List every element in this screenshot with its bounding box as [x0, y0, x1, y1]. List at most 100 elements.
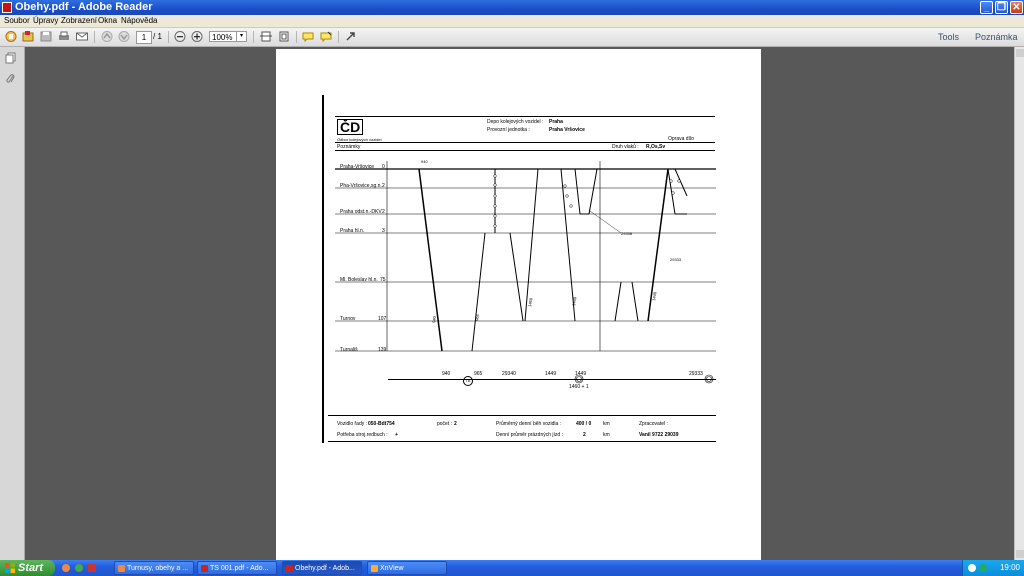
- menu-napoveda[interactable]: Nápověda: [121, 16, 157, 25]
- zoom-value: 100%: [212, 33, 233, 42]
- menu-bar: Soubor Úpravy Zobrazení Okna Nápověda: [0, 15, 1024, 28]
- task-xnview[interactable]: XnView: [367, 561, 447, 575]
- vertical-scrollbar[interactable]: [1014, 47, 1024, 560]
- clock: 19:00: [999, 563, 1020, 572]
- zoom-in-icon[interactable]: [190, 30, 204, 43]
- menu-upravy[interactable]: Úpravy: [33, 16, 58, 25]
- train-number-labels: 940 940 965 1460 1449 29338 29333 1448: [421, 159, 682, 323]
- page-number-input[interactable]: 1: [136, 31, 152, 44]
- prumerny-value: 400 / 0: [576, 421, 592, 427]
- depot-symbol-icon: [574, 374, 584, 384]
- next-page-icon[interactable]: [117, 30, 131, 43]
- axis-label: 940: [442, 371, 451, 377]
- provozni-label: Provozní jednotka :: [487, 127, 530, 133]
- denni-label: Denní průměr prázdných jízd :: [496, 432, 563, 438]
- taskbar: Start Turnusy, obehy a ... TS 001.pdf - …: [0, 560, 1024, 576]
- security-icon[interactable]: [979, 564, 987, 572]
- close-button[interactable]: ✕: [1010, 1, 1023, 14]
- page-margin-rule: [322, 95, 324, 443]
- axis-label: 29333: [689, 371, 703, 377]
- prumerny-label: Průměrný denní běh vozidla :: [496, 421, 562, 427]
- email-icon[interactable]: [75, 30, 89, 43]
- pocet-value: 2: [454, 421, 457, 427]
- svg-text:940: 940: [421, 159, 428, 164]
- task-label: Obehy.pdf - Adob...: [295, 565, 355, 572]
- cd-logo: ČD: [337, 119, 364, 135]
- vozidlo-label: Vozidlo řady :: [337, 421, 368, 427]
- train-paths: [418, 168, 688, 352]
- fit-page-icon[interactable]: [277, 30, 291, 43]
- pdf-icon: [286, 565, 293, 572]
- menu-soubor[interactable]: Soubor: [4, 16, 30, 25]
- system-tray: 19:00: [962, 560, 1024, 576]
- axis-label: 1449: [545, 371, 557, 377]
- comment-pane-button[interactable]: Poznámka: [975, 32, 1018, 42]
- highlight-icon[interactable]: [319, 30, 333, 43]
- open-file-icon[interactable]: [21, 30, 35, 43]
- menu-okna[interactable]: Okna: [98, 16, 117, 25]
- denni-value: 2: [583, 432, 586, 438]
- depo-value: Praha: [549, 119, 563, 125]
- station-markers: [493, 174, 681, 228]
- svg-text:940: 940: [431, 315, 437, 323]
- potreba-label: Potřeba stroj.redbuch :: [337, 432, 388, 438]
- create-pdf-icon[interactable]: [4, 30, 18, 43]
- previous-page-icon[interactable]: [100, 30, 114, 43]
- axis-label: 965: [474, 371, 483, 377]
- navigation-pane: [0, 47, 25, 560]
- vehicle-circulation-diagram: 940 940 965 1460 1449 29338 29333 1448: [335, 159, 716, 352]
- separator: [296, 31, 297, 43]
- depo-label: Depo kolejových vozidel :: [487, 119, 544, 125]
- browser-icon[interactable]: [75, 564, 83, 572]
- pocet-label: počet :: [437, 421, 453, 427]
- app-icon[interactable]: [88, 564, 96, 572]
- axis-label: 29340: [502, 371, 516, 377]
- task-label: TS 001.pdf - Ado...: [210, 565, 269, 572]
- svg-text:29338: 29338: [621, 231, 633, 236]
- comment-icon[interactable]: [301, 30, 315, 43]
- separator: [94, 31, 95, 43]
- pages-icon[interactable]: [5, 52, 17, 64]
- pdf-page: ČD Odbor kolejových vozidel Depo kolejov…: [276, 49, 761, 560]
- scroll-down-button[interactable]: [1016, 550, 1024, 558]
- network-icon[interactable]: [968, 564, 976, 572]
- save-icon[interactable]: [39, 30, 53, 43]
- vozidlo-value: 050-Bdt754: [368, 421, 395, 427]
- task-turnusy[interactable]: Turnusy, obehy a ...: [114, 561, 194, 575]
- separator: [338, 31, 339, 43]
- time-axis: [388, 379, 716, 380]
- print-icon[interactable]: [57, 30, 71, 43]
- firefox-icon[interactable]: [62, 564, 70, 572]
- task-obehy[interactable]: Obehy.pdf - Adob...: [282, 561, 362, 575]
- task-label: XnView: [380, 565, 404, 572]
- task-ts001[interactable]: TS 001.pdf - Ado...: [197, 561, 277, 575]
- provozni-value: Praha Vršovice: [549, 127, 585, 133]
- xnview-icon: [371, 565, 378, 572]
- menu-zobrazeni[interactable]: Zobrazení: [61, 16, 97, 25]
- zoom-select[interactable]: 100% ▾: [209, 31, 247, 42]
- start-button[interactable]: Start: [0, 560, 55, 576]
- zpracovatel-label: Zpracovatel :: [639, 421, 668, 427]
- tools-button[interactable]: Tools: [938, 32, 959, 42]
- page-total: / 1: [153, 32, 162, 41]
- svg-text:29333: 29333: [670, 257, 682, 262]
- maximize-button[interactable]: ❐: [995, 1, 1008, 14]
- separator: [253, 31, 254, 43]
- attachment-icon[interactable]: [5, 73, 17, 85]
- scroll-up-button[interactable]: [1016, 49, 1024, 57]
- title-bar: Obehy.pdf - Adobe Reader _ ❐ ✕: [0, 0, 1024, 15]
- separator: [168, 31, 169, 43]
- chevron-down-icon[interactable]: ▾: [236, 32, 246, 41]
- expand-icon[interactable]: [344, 30, 358, 43]
- fit-width-icon[interactable]: [259, 30, 273, 43]
- potreba-value: +: [395, 432, 398, 438]
- firefox-icon: [118, 565, 125, 572]
- minimize-button[interactable]: _: [980, 1, 993, 14]
- svg-text:965: 965: [474, 313, 480, 321]
- header-rule: [335, 116, 715, 117]
- start-label: Start: [18, 562, 44, 574]
- vanil-note: Vanil 9722 29039: [639, 432, 679, 438]
- station-lines: [335, 161, 716, 352]
- axis-note: 1460 + 1: [569, 384, 589, 390]
- zoom-out-icon[interactable]: [173, 30, 187, 43]
